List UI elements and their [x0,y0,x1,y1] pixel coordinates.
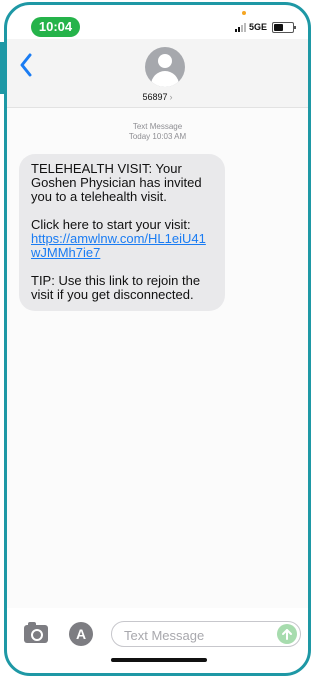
contact-avatar[interactable] [145,47,185,87]
status-indicators: 5GE [234,19,296,35]
contact-name[interactable]: 56897 › [7,92,308,102]
arrow-up-icon [282,629,292,640]
message-thread: Text Message Today 10:03 AM TELEHEALTH V… [7,108,308,608]
message-input[interactable] [122,625,266,645]
chevron-left-icon [20,53,32,77]
contact-number: 56897 [142,92,168,102]
message-paragraph-1: TELEHEALTH VISIT: Your Goshen Physician … [31,161,202,204]
home-indicator[interactable] [111,658,207,662]
message-cta-text: Click here to start your visit: [31,217,191,232]
app-store-icon[interactable]: A [69,622,93,646]
send-button[interactable] [277,624,297,644]
conversation-header: 56897 › [7,39,308,108]
signal-icon [234,22,246,32]
person-head-icon [158,54,172,68]
person-body-icon [151,71,179,87]
privacy-indicator-dot [242,11,246,15]
message-paragraph-3: TIP: Use this link to rejoin the visit i… [31,273,201,302]
phone-screen: 10:04 5GE 56897 › Text Message Today 10:0… [4,2,311,676]
message-time-label: Today 10:03 AM [128,132,187,141]
battery-icon [272,21,296,33]
status-bar: 10:04 5GE [7,5,308,39]
back-button[interactable] [19,53,41,83]
chevron-right-icon: › [169,92,173,102]
incoming-message-bubble[interactable]: TELEHEALTH VISIT: Your Goshen Physician … [19,154,225,311]
telehealth-link[interactable]: https://amwlnw.com/HL1eiU41wJMMh7ie7 [31,231,206,260]
compose-bar: A [7,617,308,653]
camera-icon[interactable] [24,622,48,643]
network-type: 5GE [248,22,267,32]
message-input-field[interactable] [111,621,301,647]
message-type-label: Text Message [132,122,183,131]
message-paragraph-2: Click here to start your visit: https://… [31,218,215,260]
status-time: 10:04 [31,17,80,37]
message-timestamp: Text Message Today 10:03 AM [7,122,308,142]
